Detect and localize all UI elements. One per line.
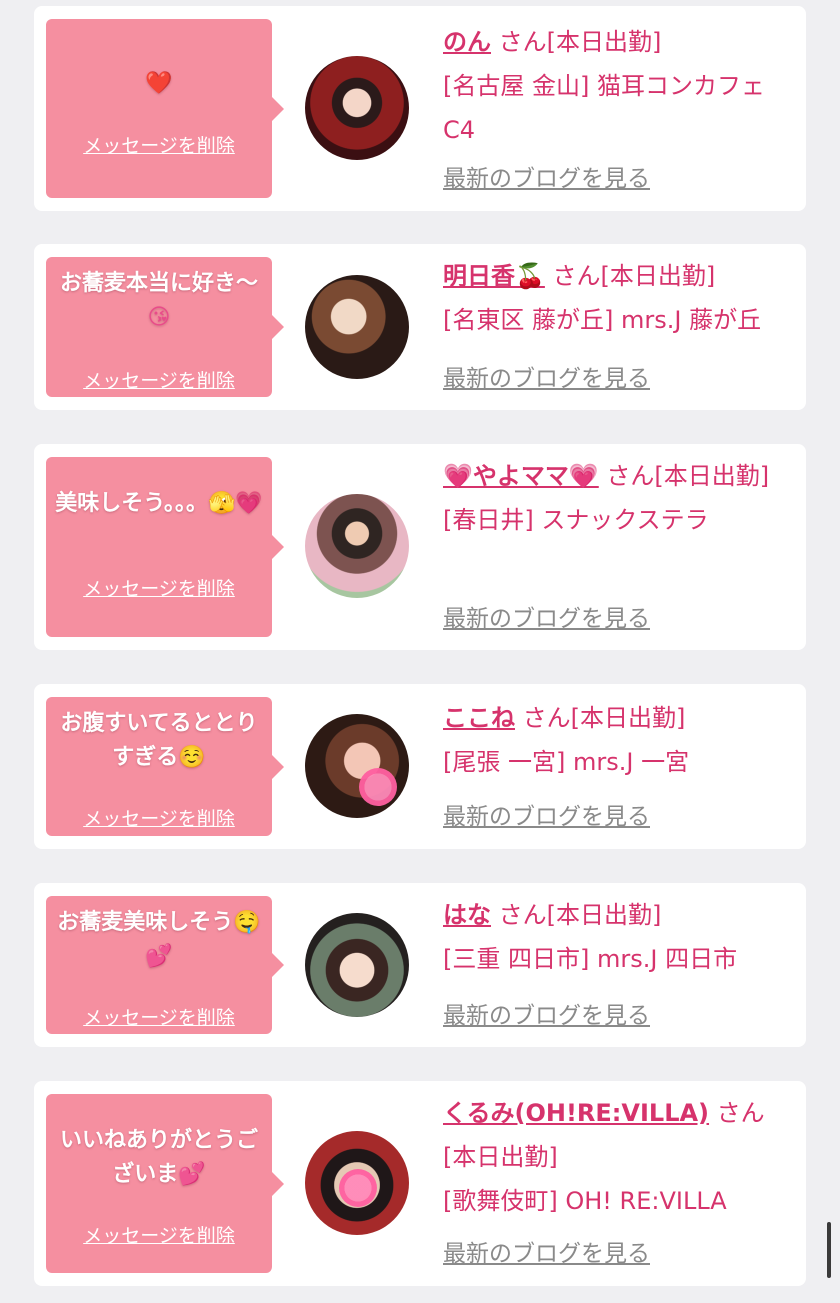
- cast-area: [名東区 藤が丘] mrs.J 藤が丘: [443, 306, 762, 334]
- two-hearts-emoji-icon: 💕: [178, 1162, 206, 1187]
- avatar[interactable]: [305, 714, 409, 818]
- message-text: いいねありがとうございま💕: [59, 1128, 258, 1187]
- cast-status: さん[本日出勤]: [522, 704, 686, 732]
- message-card: 美味しそう。。。🫣💗 メッセージを削除 💗やよママ💗 さん[本日出勤] [春日井…: [34, 444, 806, 650]
- cast-area: [歌舞伎町] OH! RE:VILLA: [443, 1187, 727, 1215]
- avatar[interactable]: [305, 913, 409, 1017]
- message-bubble: お腹すいてるととりすぎる☺️ メッセージを削除: [46, 697, 284, 836]
- message-card: いいねありがとうございま💕 メッセージを削除 くるみ(OH!RE:VILLA) …: [34, 1081, 806, 1286]
- cast-area: [三重 四日市] mrs.J 四日市: [443, 945, 738, 973]
- cast-status: さん[本日出勤]: [606, 462, 770, 490]
- avatar[interactable]: [305, 56, 409, 160]
- message-text: 美味しそう。。。🫣💗: [55, 491, 263, 516]
- cast-status: さん[本日出勤]: [552, 262, 716, 290]
- cast-area: [春日井] スナックステラ: [443, 506, 709, 534]
- avatar[interactable]: [305, 494, 409, 598]
- message-card: お蕎麦本当に好き〜😘 メッセージを削除 明日香🍒 さん[本日出勤] [名東区 藤…: [34, 244, 806, 410]
- message-card: お腹すいてるととりすぎる☺️ メッセージを削除 ここね さん[本日出勤] [尾張…: [34, 684, 806, 849]
- blog-link[interactable]: 最新のブログを見る: [443, 604, 650, 634]
- privacy-heart-icon: [359, 768, 397, 806]
- message-bubble: 美味しそう。。。🫣💗 メッセージを削除: [46, 457, 284, 637]
- blog-link[interactable]: 最新のブログを見る: [443, 164, 650, 194]
- cast-name-link[interactable]: はな: [443, 901, 491, 929]
- cast-name-link[interactable]: 💗やよママ💗: [443, 462, 599, 490]
- avatar[interactable]: [305, 1131, 409, 1235]
- cast-area: [尾張 一宮] mrs.J 一宮: [443, 748, 690, 776]
- peeking-heart-emoji-icon: 🫣💗: [207, 491, 263, 516]
- delete-message-link[interactable]: メッセージを削除: [46, 134, 272, 158]
- delete-message-link[interactable]: メッセージを削除: [46, 369, 272, 393]
- cast-status: さん[本日出勤]: [498, 901, 662, 929]
- delete-message-link[interactable]: メッセージを削除: [46, 1006, 272, 1030]
- cast-info: ここね さん[本日出勤] [尾張 一宮] mrs.J 一宮: [443, 696, 793, 784]
- message-bubble: お蕎麦美味しそう🤤💕 メッセージを削除: [46, 896, 284, 1034]
- message-list: ❤️ メッセージを削除 のん さん[本日出勤] [名古屋 金山] 猫耳コンカフェ…: [0, 0, 840, 1303]
- message-card: お蕎麦美味しそう🤤💕 メッセージを削除 はな さん[本日出勤] [三重 四日市]…: [34, 883, 806, 1047]
- cast-area: [名古屋 金山] 猫耳コンカフェ C4: [443, 72, 765, 144]
- cast-name-link[interactable]: ここね: [443, 704, 515, 732]
- delete-message-link[interactable]: メッセージを削除: [46, 577, 272, 601]
- cast-info: 明日香🍒 さん[本日出勤] [名東区 藤が丘] mrs.J 藤が丘: [443, 254, 793, 342]
- cast-info: のん さん[本日出勤] [名古屋 金山] 猫耳コンカフェ C4: [443, 20, 793, 152]
- cast-name-link[interactable]: 明日香🍒: [443, 262, 545, 290]
- cast-name-link[interactable]: くるみ(OH!RE:VILLA): [443, 1099, 709, 1127]
- heart-emoji-icon: ❤️: [145, 71, 173, 96]
- message-text: お腹すいてるととりすぎる☺️: [60, 711, 258, 770]
- message-bubble: ❤️ メッセージを削除: [46, 19, 284, 198]
- smile-emoji-icon: ☺️: [178, 745, 206, 770]
- delete-message-link[interactable]: メッセージを削除: [46, 1224, 272, 1248]
- privacy-heart-icon: [339, 1169, 377, 1207]
- cast-status: さん[本日出勤]: [498, 28, 662, 56]
- blog-link[interactable]: 最新のブログを見る: [443, 1001, 650, 1031]
- message-bubble: お蕎麦本当に好き〜😘 メッセージを削除: [46, 257, 284, 397]
- message-text: ❤️: [52, 67, 266, 101]
- message-bubble: いいねありがとうございま💕 メッセージを削除: [46, 1094, 284, 1273]
- cast-info: くるみ(OH!RE:VILLA) さん[本日出勤] [歌舞伎町] OH! RE:…: [443, 1091, 793, 1223]
- cast-name-link[interactable]: のん: [443, 28, 491, 56]
- delete-message-link[interactable]: メッセージを削除: [46, 807, 272, 831]
- blog-link[interactable]: 最新のブログを見る: [443, 802, 650, 832]
- message-card: ❤️ メッセージを削除 のん さん[本日出勤] [名古屋 金山] 猫耳コンカフェ…: [34, 6, 806, 211]
- cast-info: 💗やよママ💗 さん[本日出勤] [春日井] スナックステラ: [443, 454, 793, 542]
- cast-info: はな さん[本日出勤] [三重 四日市] mrs.J 四日市: [443, 893, 793, 981]
- blog-link[interactable]: 最新のブログを見る: [443, 1239, 650, 1269]
- kiss-emoji-icon: 😘: [147, 305, 171, 330]
- message-text: お蕎麦美味しそう🤤💕: [57, 910, 261, 969]
- message-text: お蕎麦本当に好き〜😘: [59, 271, 258, 330]
- scrollbar[interactable]: [827, 1222, 831, 1278]
- blog-link[interactable]: 最新のブログを見る: [443, 364, 650, 394]
- avatar[interactable]: [305, 275, 409, 379]
